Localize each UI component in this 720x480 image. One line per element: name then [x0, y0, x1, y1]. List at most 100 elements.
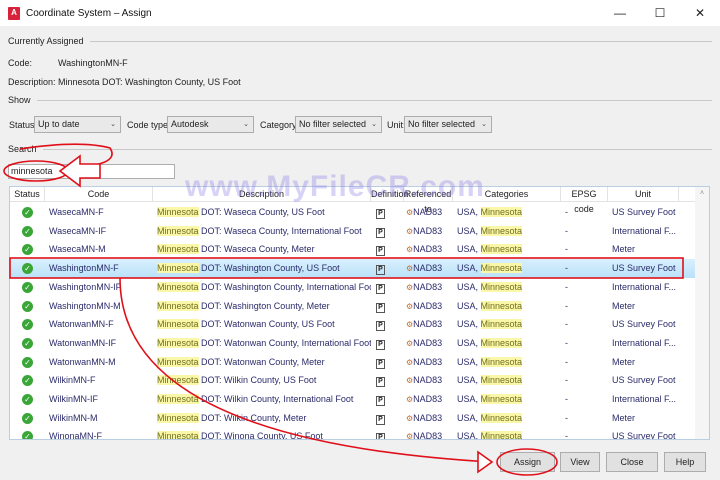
search-input[interactable]: minnesota	[8, 164, 175, 179]
projection-icon: P	[376, 209, 385, 219]
table-header: Status Code Description Definition Reference…	[10, 187, 696, 214]
column-header[interactable]: Code	[45, 187, 153, 202]
code-cell: WatonwanMN-M	[49, 356, 116, 367]
table-row[interactable]: ✓ WashingtonMN-M Minnesota DOT: Washington…	[10, 297, 696, 316]
maximize-button[interactable]: ☐	[640, 0, 680, 26]
description-cell: Minnesota DOT: Watonwan County, Meter	[157, 353, 371, 372]
epsg-cell: -	[565, 263, 568, 274]
match-highlight: Minnesota	[480, 244, 523, 255]
code-cell: WatonwanMN-IF	[49, 337, 117, 348]
help-button[interactable]: Help	[664, 452, 706, 472]
scroll-up-icon[interactable]: ˄	[695, 190, 709, 197]
vertical-scrollbar[interactable]: ˄	[695, 187, 709, 439]
description-cell: Minnesota DOT: Wilkin County, Meter	[157, 409, 371, 428]
unit-cell: International F...	[612, 225, 677, 236]
table-row[interactable]: ✓ WilkinMN-M Minnesota DOT: Wilkin County,…	[10, 409, 696, 428]
table-row[interactable]: ✓ WashingtonMN-F Minnesota DOT: Washington…	[10, 259, 696, 279]
category-text: USA,	[457, 207, 481, 217]
unit-select[interactable]: No filter selected ⌄	[404, 116, 492, 133]
description-text: DOT: Washington County, Meter	[198, 300, 330, 311]
view-button[interactable]: View	[560, 452, 600, 472]
table-row[interactable]: ✓ WasecaMN-M Minnesota DOT: Waseca County,…	[10, 240, 696, 259]
definition-cell: P	[376, 334, 385, 353]
match-highlight: Minnesota	[157, 207, 199, 217]
title-bar: A Coordinate System – Assign — ☐ ✕	[0, 0, 720, 26]
table-row[interactable]: ✓ WasecaMN-IF Minnesota DOT: Waseca County…	[10, 222, 696, 241]
status-filter-label: Status:	[9, 120, 38, 130]
projection-icon: P	[376, 358, 385, 369]
close-button[interactable]: Close	[606, 452, 658, 472]
referenced-cell: ⚙NAD83	[406, 371, 442, 390]
match-highlight: Minnesota	[480, 225, 523, 236]
code-cell: WashingtonMN-IF	[49, 281, 122, 292]
column-header[interactable]: Categories	[453, 187, 561, 202]
column-header[interactable]: Status	[10, 187, 45, 202]
description-text: DOT: Wilkin County, US Foot	[198, 375, 317, 386]
minimize-button[interactable]: —	[600, 0, 640, 26]
referenced-text: NAD83	[413, 244, 443, 255]
close-window-button[interactable]: ✕	[680, 0, 720, 26]
definition-cell: P	[376, 297, 385, 316]
referenced-text: NAD83	[413, 281, 443, 292]
match-highlight: Minnesota	[157, 319, 199, 330]
code-cell: WasecaMN-F	[49, 207, 104, 217]
category-text: USA,	[457, 375, 481, 386]
category-text: USA,	[457, 300, 481, 311]
categories-cell: USA, Minnesota	[457, 259, 523, 278]
description-cell: Minnesota DOT: Winona County, US Foot	[157, 427, 371, 440]
description-text: DOT: Washington County, US Foot	[198, 263, 340, 274]
code-label: Code:	[8, 58, 33, 68]
section-label: Search	[8, 144, 37, 154]
match-highlight: Minnesota	[157, 431, 199, 440]
assign-button[interactable]: Assign	[500, 452, 555, 472]
unit-cell: Meter	[612, 356, 636, 367]
show-section: Show	[8, 95, 712, 105]
description-text: DOT: Wilkin County, International Foot	[198, 394, 354, 404]
description-text: DOT: Waseca County, International Foot	[198, 225, 362, 236]
match-highlight: Minnesota	[157, 225, 199, 236]
status-ok-icon: ✓	[22, 356, 33, 368]
referenced-cell: ⚙NAD83	[406, 409, 442, 428]
definition-cell: P	[376, 222, 385, 241]
definition-cell: P	[376, 315, 385, 334]
referenced-cell: ⚙NAD83	[406, 278, 442, 297]
code-cell: WashingtonMN-F	[49, 263, 119, 274]
unit-cell: International F...	[612, 337, 677, 348]
table-row[interactable]: ✓ WilkinMN-IF Minnesota DOT: Wilkin County…	[10, 390, 696, 409]
description-text: DOT: Waseca County, Meter	[198, 244, 315, 255]
column-header[interactable]: EPSG code	[561, 187, 608, 214]
status-filter-value: Up to date	[38, 119, 80, 129]
status-filter-select[interactable]: Up to date ⌄	[34, 116, 121, 133]
unit-cell: US Survey Foot	[612, 375, 676, 386]
description-text: DOT: Winona County, US Foot	[198, 431, 323, 440]
table-row[interactable]: ✓ WatonwanMN-M Minnesota DOT: Watonwan Cou…	[10, 353, 696, 372]
match-highlight: Minnesota	[480, 207, 523, 217]
column-header[interactable]: Definition	[371, 187, 409, 202]
column-header[interactable]: Referenced to	[404, 187, 453, 214]
description-cell: Minnesota DOT: Washington County, US Foo…	[157, 259, 371, 278]
category-select[interactable]: No filter selected ⌄	[295, 116, 382, 133]
referenced-text: NAD83	[413, 394, 443, 404]
projection-icon: P	[376, 433, 385, 439]
unit-cell: US Survey Foot	[612, 319, 676, 330]
category-label: Category:	[260, 120, 300, 130]
table-row[interactable]: ✓ WatonwanMN-F Minnesota DOT: Watonwan Cou…	[10, 315, 696, 334]
definition-cell: P	[376, 390, 385, 409]
match-highlight: Minnesota	[157, 244, 199, 255]
referenced-cell: ⚙NAD83	[406, 259, 442, 278]
table-row[interactable]: ✓ WasecaMN-F Minnesota DOT: Waseca County,…	[10, 203, 696, 222]
epsg-cell: -	[565, 412, 568, 423]
categories-cell: USA, Minnesota	[457, 334, 523, 353]
status-ok-icon: ✓	[22, 281, 33, 293]
unit-cell: US Survey Foot	[612, 431, 676, 440]
code-cell: WilkinMN-M	[49, 412, 98, 423]
table-row[interactable]: ✓ WashingtonMN-IF Minnesota DOT: Washingto…	[10, 278, 696, 297]
epsg-cell: -	[565, 394, 568, 404]
status-ok-icon: ✓	[22, 244, 33, 256]
table-row[interactable]: ✓ WilkinMN-F Minnesota DOT: Wilkin County,…	[10, 371, 696, 390]
code-type-select[interactable]: Autodesk ⌄	[167, 116, 254, 133]
column-header[interactable]: Unit	[608, 187, 679, 202]
table-row[interactable]: ✓ WatonwanMN-IF Minnesota DOT: Watonwan Co…	[10, 334, 696, 353]
column-header[interactable]: Description	[153, 187, 371, 202]
table-row[interactable]: ✓ WinonaMN-F Minnesota DOT: Winona County,…	[10, 427, 696, 440]
